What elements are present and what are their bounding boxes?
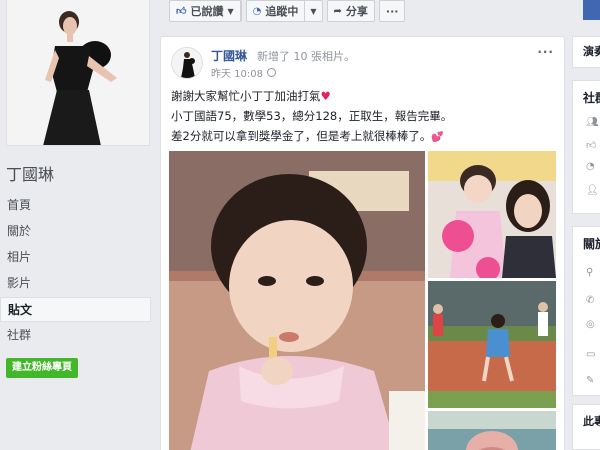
post-line: 差2分就可以拿到獎學金了，但是考上就很棒棒了。💕 — [171, 126, 556, 148]
more-dots-icon: ··· — [385, 4, 399, 18]
page-transparency-panel: 此專 — [572, 404, 600, 450]
photo-sports-day — [428, 281, 556, 408]
liked-button[interactable]: 👍︎ 已說讚 ▼ — [169, 0, 242, 22]
photo-thumb-3-image — [428, 411, 556, 450]
globe-icon — [267, 68, 276, 77]
nav-item-videos[interactable]: 影片 — [0, 271, 151, 296]
phone-icon: ✆ — [586, 295, 595, 306]
right-action-button[interactable]: 演奏 — [572, 36, 600, 68]
photo-mother-daughter — [428, 151, 556, 278]
create-page-button[interactable]: 建立粉絲專頁 — [6, 358, 78, 378]
post-time-text: 昨天 10:08 — [211, 69, 263, 80]
photo-girl-eating — [169, 151, 425, 450]
page-transparency-title: 此專 — [583, 415, 600, 428]
photo-thumb-2[interactable] — [428, 281, 556, 408]
photo-main[interactable] — [169, 151, 425, 450]
post-line: 謝謝大家幫忙小丁丁加油打氣♥ — [171, 86, 556, 106]
post-line-text: 差2分就可以拿到獎學金了，但是考上就很棒棒了。 — [171, 129, 432, 143]
following-label: 追蹤中 — [265, 5, 299, 18]
photo-thumb-3[interactable] — [428, 411, 556, 450]
share-label: 分享 — [345, 5, 368, 18]
following-button[interactable]: ◔ 追蹤中 ▼ — [245, 0, 323, 22]
nav-item-home[interactable]: 首頁 — [0, 193, 151, 218]
thumbs-up-icon: 👍︎ — [176, 6, 187, 17]
post-action-text: 新增了 10 張相片。 — [257, 50, 355, 63]
right-action-label: 演奏 — [583, 45, 600, 58]
photo-thumb-1[interactable] — [428, 151, 556, 278]
info-icon: ▭ — [586, 349, 596, 360]
post-header: 丁國琳 新增了 10 張相片。 昨天 10:08 ··· — [171, 45, 556, 81]
nav-item-about[interactable]: 關於 — [0, 219, 151, 244]
avatar-image — [172, 48, 202, 78]
post-card: 丁國琳 新增了 10 張相片。 昨天 10:08 ··· 謝謝大家幫忙小丁丁加油… — [160, 36, 565, 450]
sparkling-heart-icon: 💕 — [431, 132, 444, 143]
nav-item-photos[interactable]: 相片 — [0, 245, 151, 270]
heart-icon: ♥ — [320, 89, 331, 103]
more-options-button[interactable]: ··· — [378, 0, 406, 22]
profile-picture[interactable] — [6, 0, 150, 146]
post-timestamp[interactable]: 昨天 10:08 — [211, 65, 276, 80]
page-name[interactable]: 丁國琳 — [6, 161, 54, 185]
post-line: 小丁國語75，數學53，總分128，正取生，報告完畢。 — [171, 109, 453, 123]
nav-item-posts[interactable]: 貼文 — [0, 297, 151, 322]
people-icon: 👤︎ — [586, 185, 599, 196]
location-pin-icon: ⚲ — [586, 267, 594, 278]
rss-icon: ◔ — [586, 161, 595, 172]
liked-label: 已說讚 — [190, 5, 224, 18]
edit-icon: ✎ — [586, 375, 595, 386]
rss-icon: ◔ — [252, 5, 262, 17]
nav-item-community[interactable]: 社群 — [0, 323, 151, 348]
thumbs-up-icon: 👍︎ — [586, 140, 597, 151]
share-button[interactable]: ➦ 分享 — [326, 0, 375, 22]
author-avatar[interactable] — [171, 47, 203, 79]
about-title[interactable]: 關於 — [573, 235, 600, 252]
community-title[interactable]: 社群 — [573, 89, 600, 106]
messenger-icon: ◎ — [586, 319, 595, 330]
share-arrow-icon: ➦ — [333, 5, 342, 17]
post-body: 謝謝大家幫忙小丁丁加油打氣♥ 小丁國語75，數學53，總分128，正取生，報告完… — [171, 86, 556, 148]
primary-action-button[interactable] — [583, 0, 600, 20]
profile-photo-image — [7, 0, 149, 145]
post-author-link[interactable]: 丁國琳 — [211, 47, 247, 64]
community-panel: 社群 👥︎ 👍︎ ◔ 👤︎ — [572, 80, 600, 214]
post-more-options-icon[interactable]: ··· — [537, 45, 554, 59]
chevron-down-icon[interactable]: ▼ — [305, 7, 321, 16]
chevron-down-icon: ▼ — [227, 6, 234, 16]
invite-friends-icon: 👥︎ — [586, 117, 599, 128]
post-line-text: 謝謝大家幫忙小丁丁加油打氣 — [171, 89, 321, 103]
photo-grid — [169, 151, 556, 450]
page-nav: 首頁 關於 相片 影片 貼文 社群 — [0, 193, 151, 349]
about-panel: 關於 ⚲ ✆ ◎ ▭ ✎ — [572, 226, 600, 396]
page-action-bar: 👍︎ 已說讚 ▼ ◔ 追蹤中 ▼ ➦ 分享 ··· — [169, 0, 409, 22]
